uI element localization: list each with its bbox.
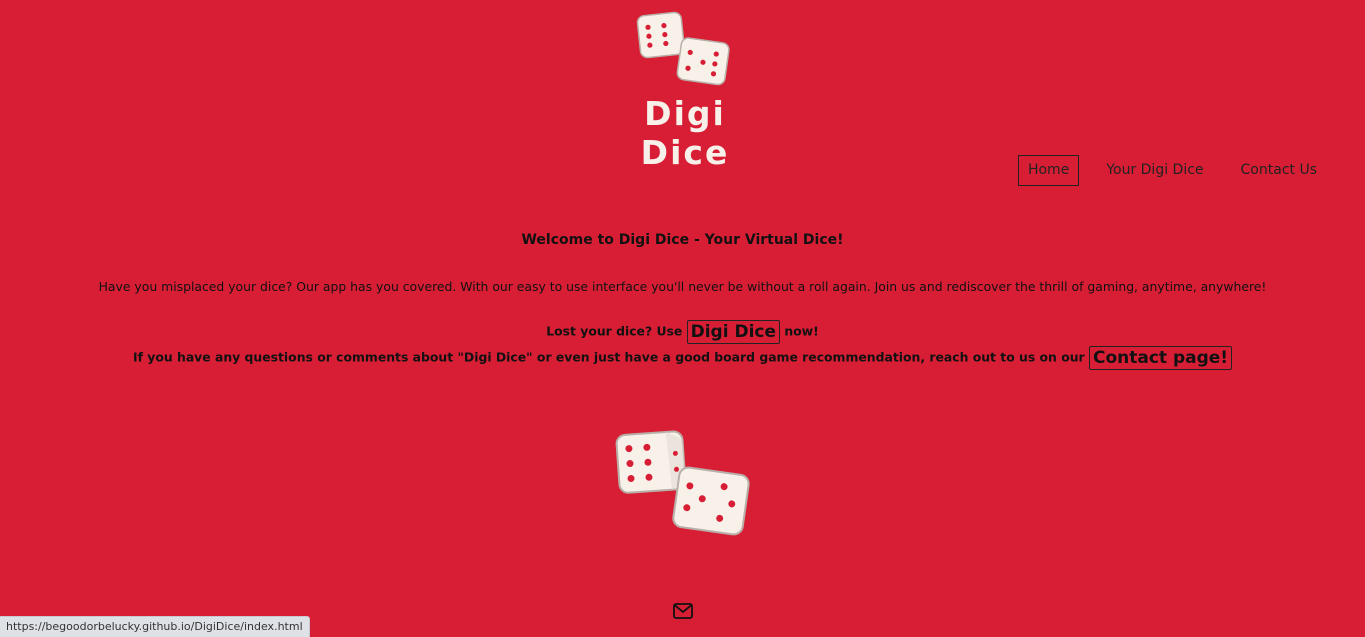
welcome-heading: Welcome to Digi Dice - Your Virtual Dice… [521,232,844,248]
contact-line: If you have any questions or comments ab… [0,346,1365,370]
cta-suffix: now! [784,323,819,339]
dice-illustration-icon [615,430,750,536]
main-nav: Home Your Digi Dice Contact Us [1001,155,1327,186]
nav-your-digi-dice[interactable]: Your Digi Dice [1096,155,1213,186]
nav-contact-us[interactable]: Contact Us [1231,155,1327,186]
cta-line: Lost your dice? Use Digi Dice now! [0,320,1365,344]
nav-home[interactable]: Home [1017,155,1080,186]
contact-page-link[interactable]: Contact page! [1088,346,1233,370]
status-bar-url: https://begoodorbelucky.github.io/DigiDi… [0,616,310,637]
contact-prefix: If you have any questions or comments ab… [132,349,1085,365]
brand-name: Digi Dice [640,94,730,172]
intro-text: Have you misplaced your dice? Our app ha… [98,279,1267,294]
cta-prefix: Lost your dice? Use [546,323,683,339]
dice-logo-icon [636,11,730,86]
digi-dice-link[interactable]: Digi Dice [686,320,781,344]
envelope-icon[interactable] [673,603,693,619]
brand-logo[interactable]: Digi Dice [595,10,775,172]
